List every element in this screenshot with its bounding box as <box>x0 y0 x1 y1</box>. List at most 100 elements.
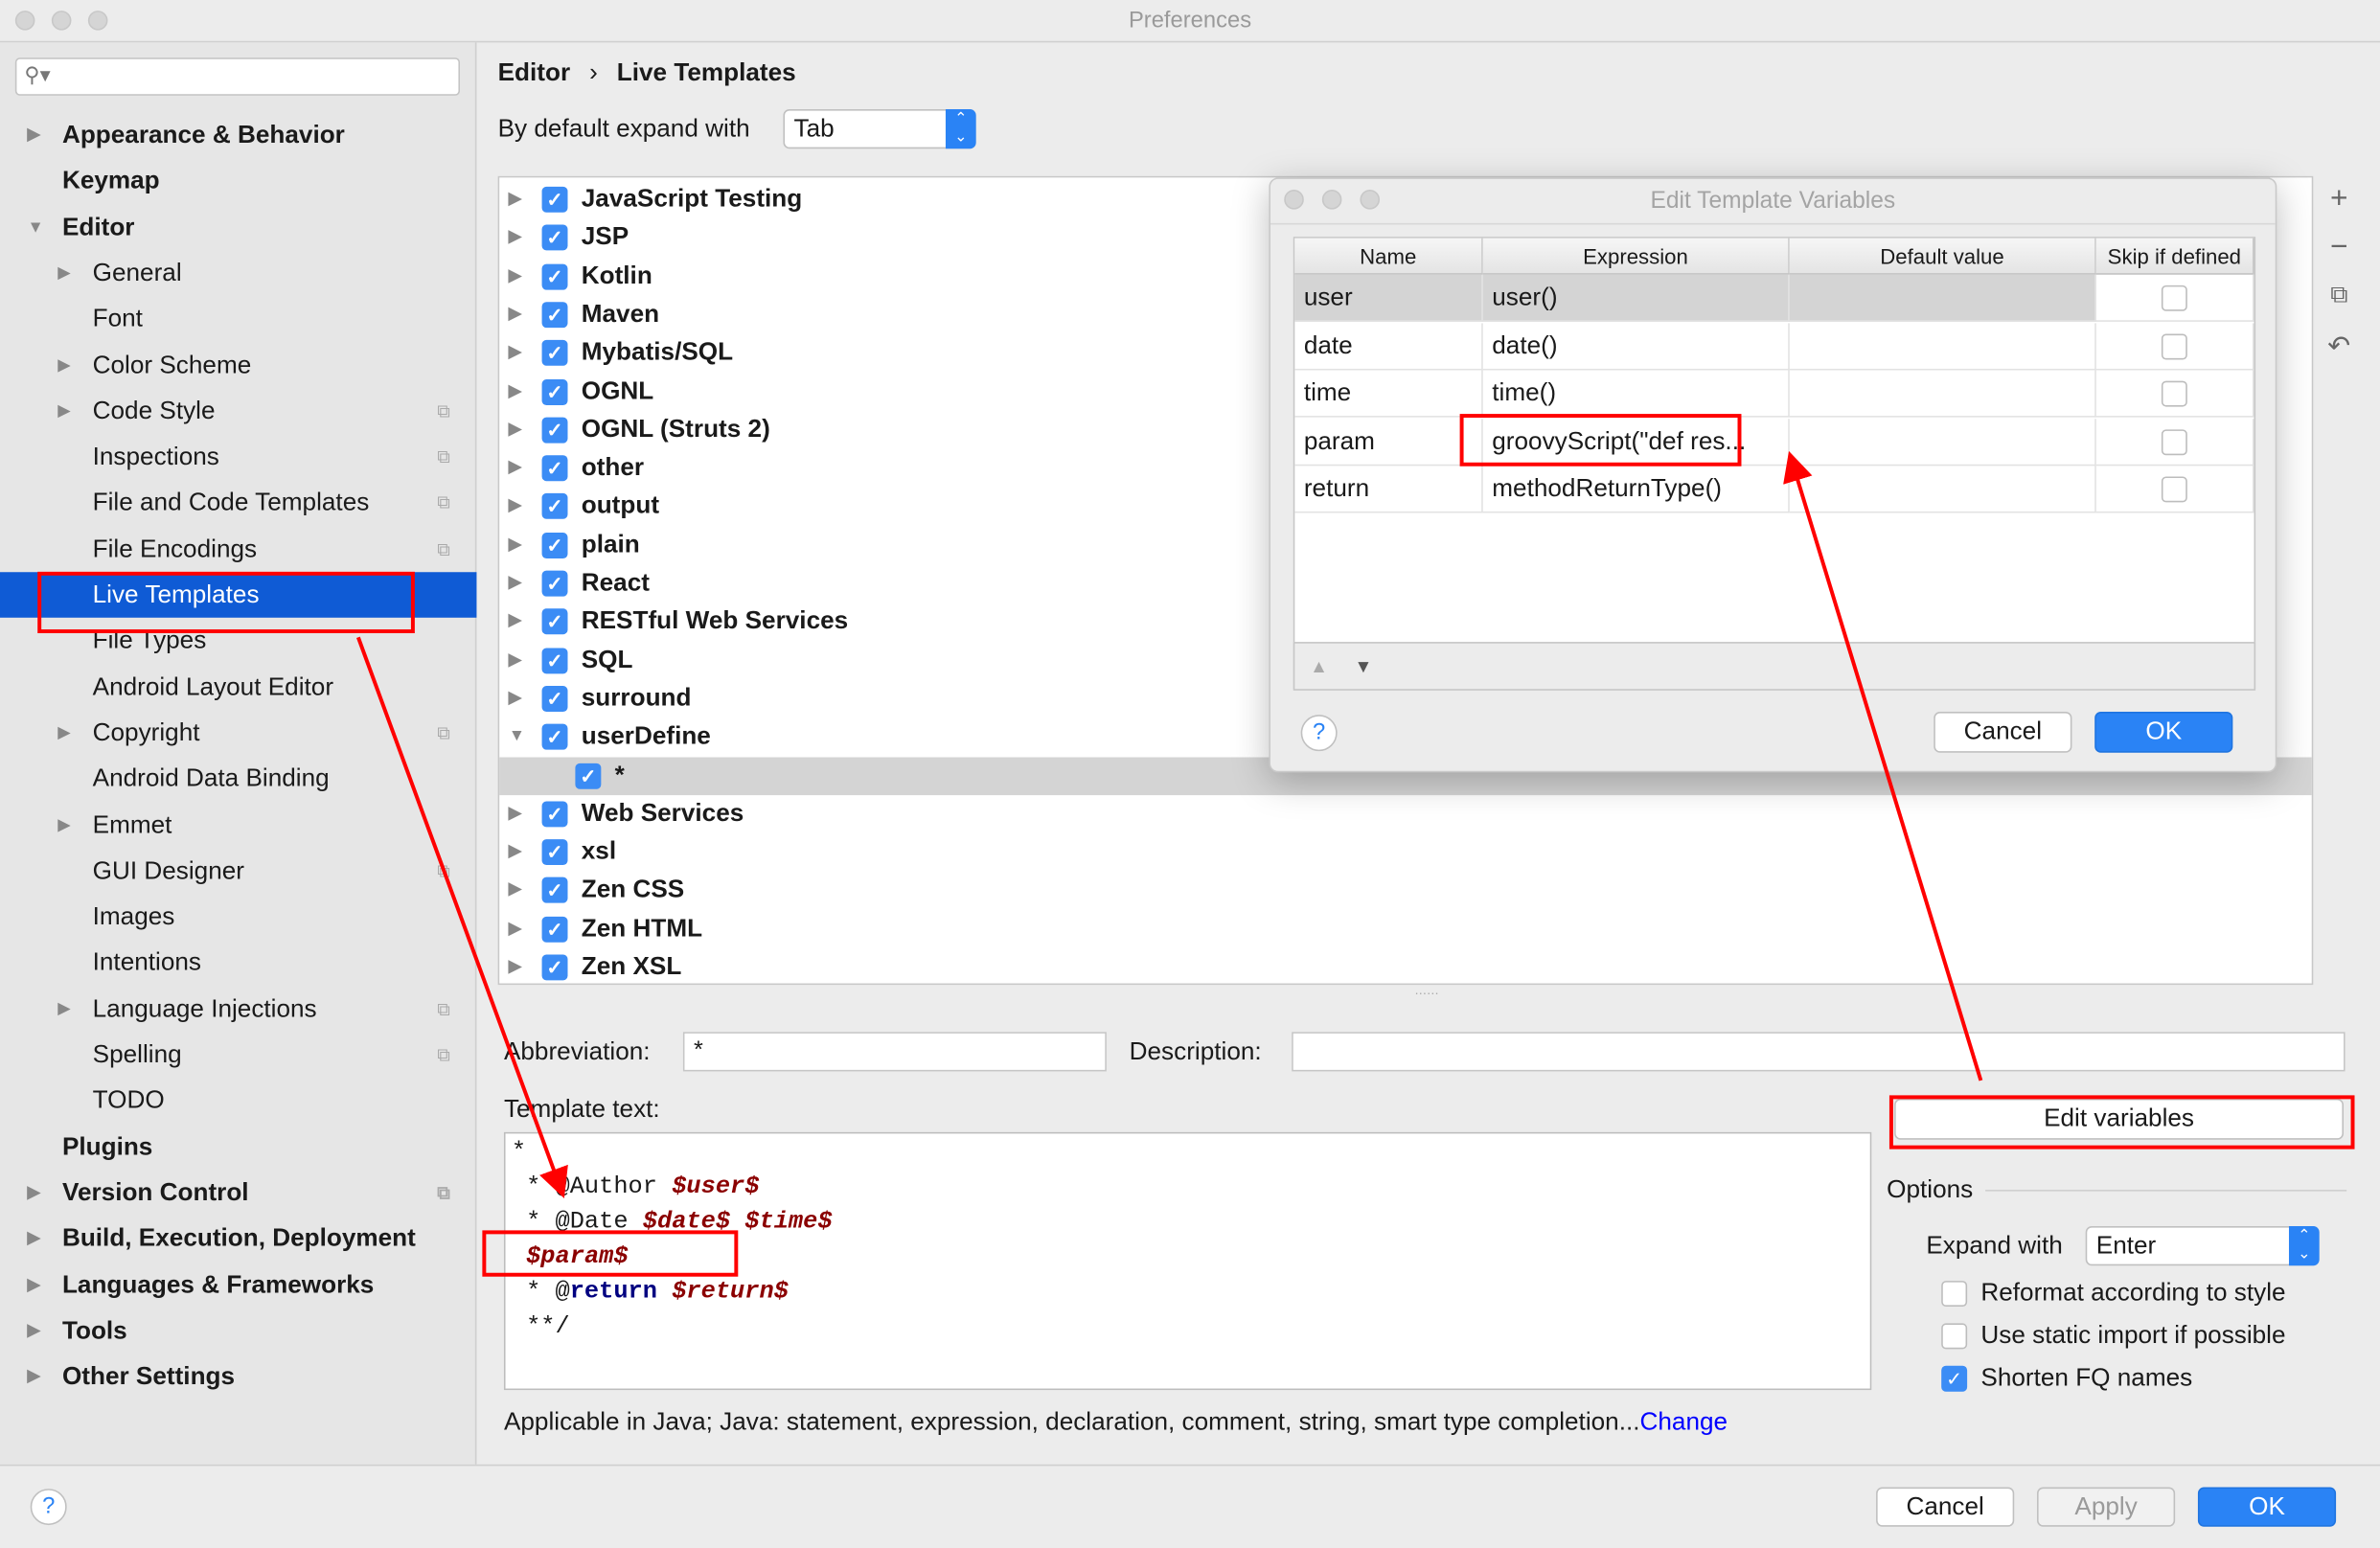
sidebar-item[interactable]: Android Data Binding <box>0 756 476 802</box>
option-checkbox[interactable] <box>1941 1281 1968 1308</box>
default-expand-select[interactable]: Tab ⌃ ⌄ <box>783 109 976 149</box>
sidebar-item[interactable]: ▶ Build, Execution, Deployment <box>0 1216 476 1262</box>
sidebar-item[interactable]: Live Templates <box>0 572 477 618</box>
sidebar-item[interactable]: ▼ Editor <box>0 204 476 250</box>
chevron-right-icon[interactable]: ▶ <box>509 564 521 603</box>
sidebar-item[interactable]: Android Layout Editor <box>0 664 476 710</box>
chevron-right-icon[interactable]: ▶ <box>509 795 521 833</box>
variable-default-cell[interactable] <box>1789 370 2096 418</box>
move-up-icon[interactable]: ▲ <box>1310 655 1328 676</box>
dialog-close-button[interactable] <box>1284 190 1304 210</box>
template-group-row[interactable]: ▶ ✓ Zen CSS <box>499 872 2312 910</box>
chevron-right-icon[interactable]: ▶ <box>509 449 521 488</box>
template-group-checkbox[interactable]: ✓ <box>541 455 568 482</box>
settings-search-input[interactable]: ⚲▾ <box>14 57 461 96</box>
chevron-right-icon[interactable]: ▶ <box>28 1262 40 1308</box>
sidebar-item[interactable]: Font <box>0 296 476 342</box>
minus-icon[interactable]: − <box>2316 231 2362 265</box>
dialog-ok-button[interactable]: OK <box>2094 711 2233 753</box>
cancel-button[interactable]: Cancel <box>1876 1487 2015 1527</box>
variable-default-cell[interactable] <box>1789 418 2096 466</box>
chevron-right-icon[interactable]: ▶ <box>509 910 521 948</box>
variable-name-cell[interactable]: time <box>1294 370 1483 418</box>
chevron-right-icon[interactable]: ▶ <box>57 986 70 1032</box>
variable-expression-cell[interactable]: methodReturnType() <box>1482 466 1790 513</box>
variable-expression-cell[interactable]: date() <box>1482 322 1790 370</box>
template-group-row[interactable]: ▶ ✓ xsl <box>499 833 2312 872</box>
zoom-window-button[interactable] <box>87 11 108 31</box>
option-checkbox-row[interactable]: ✓ Shorten FQ names <box>1941 1359 2192 1396</box>
sidebar-item[interactable]: ▶ Other Settings <box>0 1354 476 1400</box>
option-checkbox[interactable] <box>1941 1323 1968 1350</box>
template-group-row[interactable]: ▶ ✓ Web Services <box>499 795 2312 833</box>
edit-variables-button[interactable]: Edit variables <box>1894 1098 2345 1140</box>
sidebar-item[interactable]: Keymap <box>0 158 476 204</box>
sidebar-item[interactable]: File Types <box>0 618 476 664</box>
template-group-checkbox[interactable]: ✓ <box>541 417 568 444</box>
description-input[interactable] <box>1292 1032 2346 1072</box>
chevron-right-icon[interactable]: ▶ <box>509 833 521 872</box>
sidebar-item[interactable]: Spelling ⧉ <box>0 1032 476 1078</box>
option-checkbox-row[interactable]: Use static import if possible <box>1941 1317 2286 1354</box>
table-column-header[interactable]: Default value <box>1789 238 2096 275</box>
dialog-zoom-button[interactable] <box>1360 190 1381 210</box>
breadcrumb-parent[interactable]: Editor <box>498 59 571 87</box>
expand-with-select[interactable]: Enter ⌃ ⌄ <box>2085 1226 2320 1266</box>
chevron-right-icon[interactable]: ▶ <box>28 1308 40 1354</box>
template-group-checkbox[interactable]: ✓ <box>541 224 568 251</box>
apply-button[interactable]: Apply <box>2036 1487 2176 1527</box>
revert-icon[interactable]: ↶ <box>2316 330 2362 362</box>
chevron-right-icon[interactable]: ▶ <box>28 112 40 158</box>
sidebar-item[interactable]: ▶ Version Control ⧉ <box>0 1170 476 1216</box>
skip-if-defined-checkbox[interactable] <box>2161 428 2187 455</box>
table-column-header[interactable]: Expression <box>1482 238 1790 275</box>
chevron-right-icon[interactable]: ▶ <box>57 388 70 434</box>
template-group-checkbox[interactable]: ✓ <box>541 378 568 405</box>
chevron-right-icon[interactable]: ▶ <box>57 710 70 756</box>
chevron-right-icon[interactable]: ▶ <box>509 296 521 334</box>
abbreviation-input[interactable]: * <box>682 1032 1107 1072</box>
skip-if-defined-checkbox[interactable] <box>2161 380 2187 407</box>
template-group-checkbox[interactable]: ✓ <box>541 493 568 520</box>
copy-icon[interactable]: ⧉ <box>2316 283 2362 310</box>
chevron-right-icon[interactable]: ▶ <box>509 526 521 564</box>
variable-default-cell[interactable] <box>1789 274 2096 322</box>
variable-name-cell[interactable]: param <box>1294 418 1483 466</box>
option-checkbox-row[interactable]: Reformat according to style <box>1941 1275 2286 1311</box>
sidebar-item[interactable]: Images <box>0 894 476 940</box>
skip-if-defined-checkbox[interactable] <box>2161 285 2187 311</box>
skip-if-defined-checkbox[interactable] <box>2161 332 2187 359</box>
dialog-cancel-button[interactable]: Cancel <box>1934 711 2072 753</box>
chevron-right-icon[interactable]: ▶ <box>509 488 521 526</box>
template-group-checkbox[interactable]: ✓ <box>541 954 568 981</box>
chevron-right-icon[interactable]: ▶ <box>509 872 521 910</box>
chevron-right-icon[interactable]: ▶ <box>57 802 70 848</box>
sidebar-item[interactable]: ▶ Emmet <box>0 802 476 848</box>
variable-expression-cell[interactable]: time() <box>1482 370 1790 418</box>
chevron-right-icon[interactable]: ▶ <box>28 1216 40 1262</box>
chevron-right-icon[interactable]: ▶ <box>57 342 70 388</box>
template-group-checkbox[interactable]: ✓ <box>541 685 568 712</box>
template-group-checkbox[interactable]: ✓ <box>541 723 568 750</box>
sidebar-item[interactable]: ▶ Appearance & Behavior <box>0 112 476 158</box>
chevron-right-icon[interactable]: ▶ <box>509 641 521 679</box>
chevron-right-icon[interactable]: ▶ <box>509 373 521 411</box>
plus-icon[interactable]: + <box>2316 182 2362 216</box>
chevron-right-icon[interactable]: ▶ <box>509 603 521 641</box>
move-down-icon[interactable]: ▼ <box>1354 655 1372 676</box>
chevron-down-icon[interactable]: ▼ <box>509 718 525 757</box>
dialog-minimize-button[interactable] <box>1321 190 1342 210</box>
sidebar-item[interactable]: ▶ Tools <box>0 1308 476 1354</box>
template-text-editor[interactable]: * * @Author $user$ * @Date $date$ $time$… <box>503 1131 1872 1391</box>
variable-name-cell[interactable]: date <box>1294 322 1483 370</box>
sidebar-item[interactable]: ▶ Languages & Frameworks <box>0 1262 476 1308</box>
sidebar-item[interactable]: ▶ General <box>0 250 476 296</box>
minimize-window-button[interactable] <box>51 11 72 31</box>
template-group-checkbox[interactable]: ✓ <box>541 186 568 213</box>
sidebar-item[interactable]: File and Code Templates ⧉ <box>0 480 476 526</box>
template-group-checkbox[interactable]: ✓ <box>541 263 568 289</box>
template-group-checkbox[interactable]: ✓ <box>541 839 568 866</box>
chevron-right-icon[interactable]: ▶ <box>509 219 521 258</box>
template-group-checkbox[interactable]: ✓ <box>541 608 568 635</box>
chevron-right-icon[interactable]: ▶ <box>509 334 521 373</box>
